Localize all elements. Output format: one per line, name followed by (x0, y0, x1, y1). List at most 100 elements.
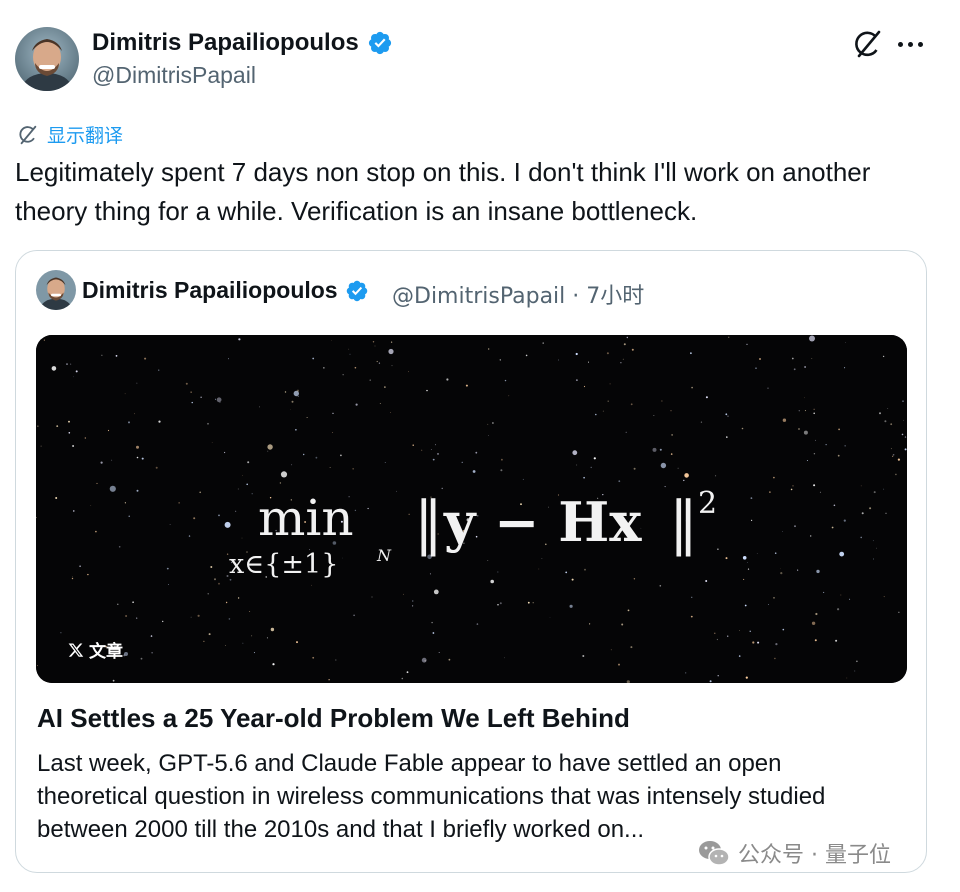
verified-badge-icon (345, 279, 369, 303)
star (876, 547, 877, 549)
star (882, 355, 885, 358)
star (237, 597, 240, 599)
star (188, 535, 191, 537)
star (750, 497, 753, 499)
star (197, 614, 200, 617)
star (353, 614, 355, 617)
star (384, 462, 386, 463)
star (290, 409, 291, 410)
star (885, 512, 887, 514)
star (331, 340, 333, 341)
author-handle[interactable]: @DimitrisPapail (92, 62, 256, 89)
star (549, 617, 551, 618)
more-dot (908, 41, 913, 47)
star (797, 569, 799, 571)
star (242, 642, 244, 644)
star (602, 410, 604, 412)
star (860, 536, 862, 539)
star (499, 602, 502, 605)
star (869, 507, 872, 510)
star (571, 578, 574, 581)
star (819, 491, 821, 493)
star (465, 384, 468, 387)
author-name[interactable]: Dimitris Papailiopoulos (92, 29, 393, 57)
star (590, 466, 592, 469)
star (235, 510, 237, 512)
star (747, 568, 750, 570)
star (144, 357, 147, 360)
star (508, 395, 510, 397)
star (295, 429, 297, 431)
tweet-text: Legitimately spent 7 days non stop on th… (15, 157, 871, 226)
quoted-author-avatar[interactable] (36, 270, 76, 310)
star (421, 657, 427, 663)
star (773, 476, 775, 479)
star (332, 432, 334, 433)
star (238, 338, 241, 341)
star (791, 357, 794, 360)
show-translation-link[interactable]: 显示翻译 (17, 121, 123, 148)
star (895, 473, 897, 476)
article-title[interactable]: AI Settles a 25 Year-old Problem We Left… (37, 703, 630, 734)
star (872, 540, 874, 542)
formula-exponent: 2 (698, 486, 717, 521)
star (40, 445, 42, 447)
quoted-author-name-text[interactable]: Dimitris Papailiopoulos (82, 277, 338, 304)
star (270, 627, 275, 632)
star (150, 635, 153, 637)
formula-norm-left: ‖ (414, 489, 443, 557)
star (259, 406, 260, 408)
star (107, 429, 110, 432)
quoted-post-meta[interactable]: @DimitrisPapail · 7小时 (392, 278, 644, 310)
formula-subscript-exponent: N (376, 546, 392, 565)
star (438, 652, 440, 653)
star (185, 382, 188, 385)
author-name-text[interactable]: Dimitris Papailiopoulos (92, 29, 359, 57)
star (572, 450, 578, 456)
quoted-author-name[interactable]: Dimitris Papailiopoulos (82, 277, 369, 304)
star (588, 361, 589, 363)
star (401, 677, 404, 680)
star (367, 507, 369, 510)
star (384, 386, 386, 388)
star (618, 663, 620, 666)
quoted-post-card[interactable]: Dimitris Papailiopoulos @DimitrisPapail … (15, 250, 927, 873)
star (768, 604, 769, 605)
grok-icon (19, 125, 37, 144)
star (815, 439, 816, 441)
star (883, 596, 885, 598)
star (739, 630, 740, 631)
author-avatar[interactable] (15, 27, 79, 91)
grok-icon[interactable] (852, 28, 884, 60)
more-icon[interactable] (898, 36, 926, 52)
star (845, 342, 846, 343)
star (714, 632, 716, 634)
star (403, 593, 404, 595)
star (68, 420, 70, 423)
star (691, 596, 693, 598)
star (208, 633, 211, 636)
star (178, 502, 180, 504)
star (813, 408, 815, 410)
star (247, 461, 250, 464)
star (609, 383, 611, 385)
star (136, 456, 139, 459)
star (68, 432, 71, 434)
star (158, 369, 160, 371)
show-translation-label[interactable]: 显示翻译 (47, 121, 123, 148)
star (684, 473, 689, 478)
star (251, 493, 253, 495)
star (335, 659, 337, 661)
article-cover-image[interactable]: min x∈{±1} N ‖ y − Hx ‖ 2 文章 (36, 335, 907, 683)
article-badge: 文章 (68, 637, 123, 662)
star (903, 419, 904, 421)
star (670, 410, 672, 412)
star (118, 546, 121, 548)
star (844, 367, 846, 369)
star (43, 339, 45, 341)
star (312, 656, 315, 659)
star (861, 512, 864, 515)
star (607, 400, 609, 402)
star (705, 396, 708, 399)
star (626, 336, 628, 339)
